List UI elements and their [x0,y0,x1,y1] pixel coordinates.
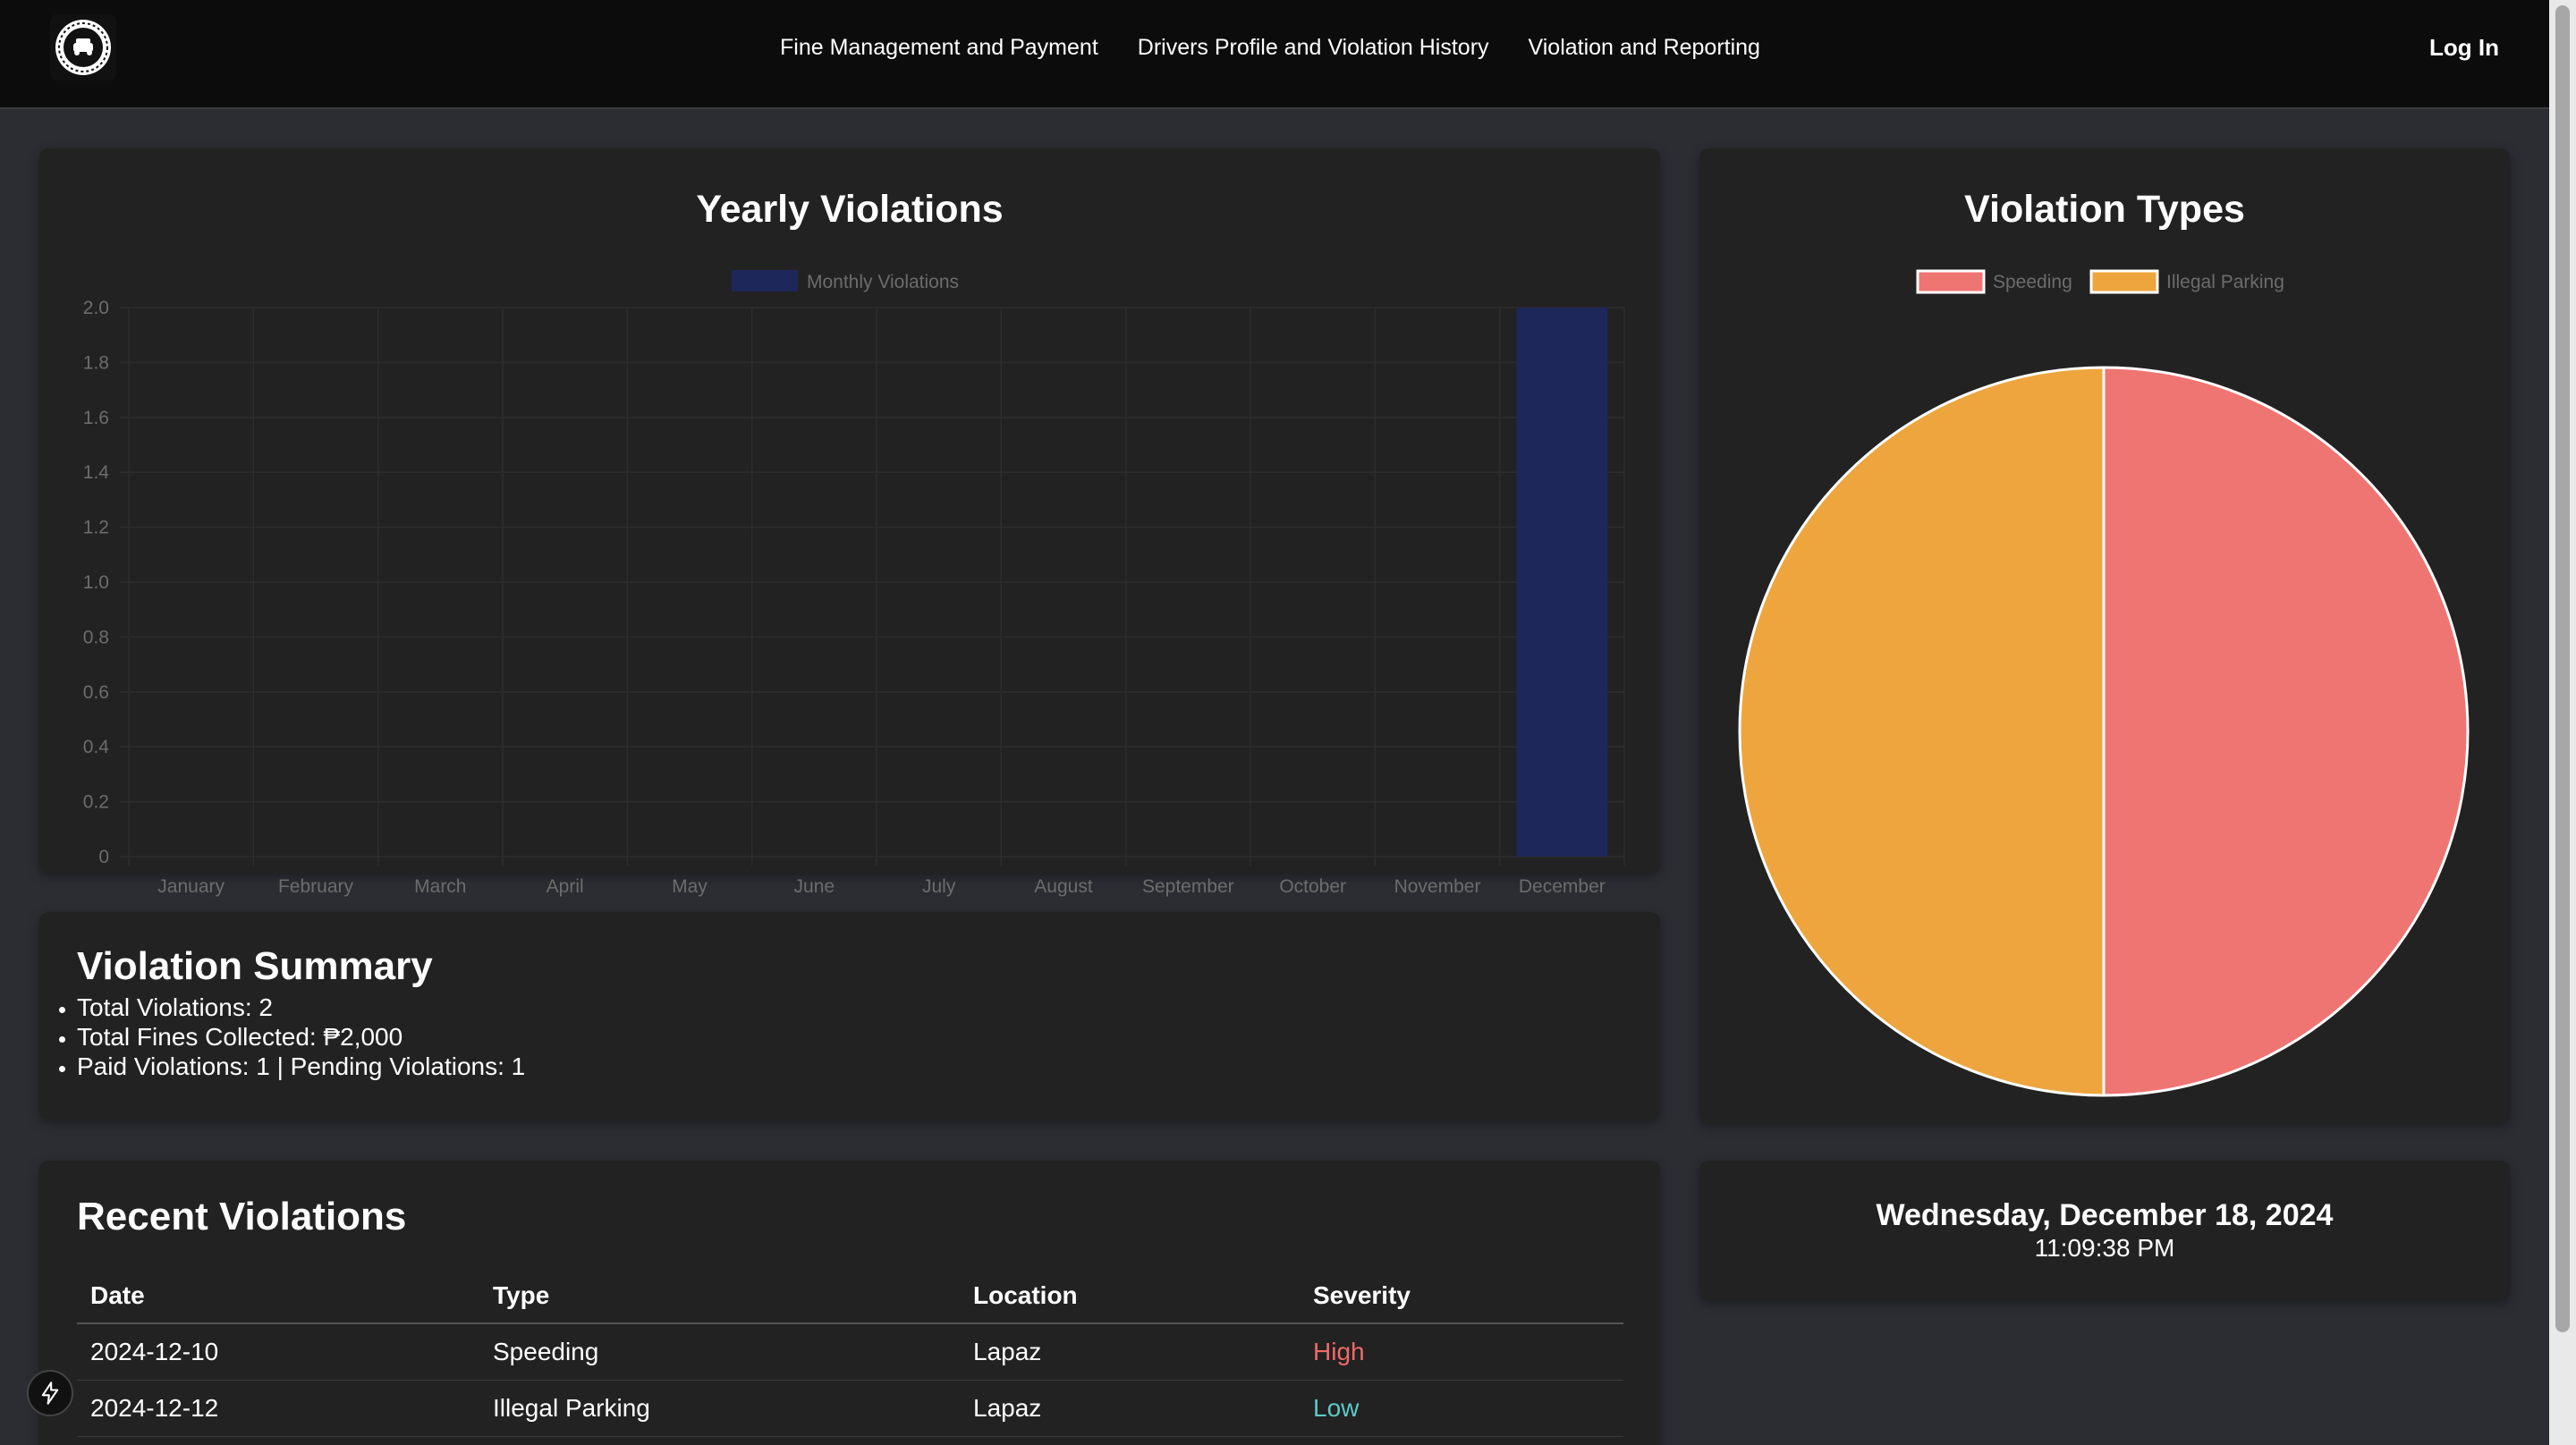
column-header-location: Location [960,1268,1300,1324]
y-tick-label: 0.8 [83,627,109,647]
legend-label-monthly-violations: Monthly Violations [807,272,959,292]
nav-link-fine-management[interactable]: Fine Management and Payment [780,35,1098,61]
summary-item-paid-pending: Paid Violations: 1 | Pending Violations:… [77,1052,525,1081]
legend-swatch-monthly-violations [732,270,798,292]
pie-chart-legend: Speeding Illegal Parking [1916,269,2284,294]
column-header-type: Type [479,1268,960,1324]
nav-link-violation-reporting[interactable]: Violation and Reporting [1529,35,1760,61]
table-row[interactable]: 2024-12-12 Illegal Parking Lapaz Low [77,1380,1623,1437]
summary-item-fines: Total Fines Collected: ₱2,000 [77,1022,525,1052]
legend-swatch-speeding [1916,269,1986,294]
cell-type: Illegal Parking [479,1380,960,1437]
summary-item-total: Total Violations: 2 [77,993,525,1022]
cell-date: 2024-12-10 [77,1323,479,1381]
cell-type: Speeding [479,1323,960,1381]
y-tick-label: 0.4 [83,737,110,757]
legend-label-illegal-parking: Illegal Parking [2166,272,2284,292]
x-tick-label: July [922,876,956,897]
x-tick-label: August [1034,876,1093,897]
x-tick-label: December [1519,876,1606,897]
column-header-date: Date [77,1268,479,1324]
y-tick-label: 2.0 [83,298,109,318]
x-tick-label: March [414,876,466,897]
cell-location: Lapaz [960,1323,1300,1381]
x-tick-label: October [1279,876,1346,897]
top-navbar: Fine Management and Payment Drivers Prof… [0,0,2549,109]
violation-types-pie-chart: Speeding Illegal Parking [1738,269,2470,1097]
page-scrollbar[interactable] [2549,0,2576,1445]
date-time-card [1699,1161,2510,1300]
bar-december [1516,308,1608,857]
table-row[interactable]: 2024-12-10 Speeding Lapaz High [77,1323,1623,1381]
x-tick-label: September [1142,876,1234,897]
legend-label-speeding: Speeding [1993,272,2072,292]
cell-severity-high: High [1300,1323,1623,1381]
app-logo[interactable] [50,14,116,80]
pie-slice-speeding [2102,366,2470,1097]
bolt-action-button[interactable] [27,1370,73,1416]
recent-violations-title: Recent Violations [77,1195,407,1238]
nav-link-drivers-profile[interactable]: Drivers Profile and Violation History [1138,35,1489,61]
scrollbar-thumb[interactable] [2555,5,2570,1332]
y-tick-label: 0 [98,847,109,867]
recent-violations-table: Date Type Location Severity 2024-12-10 S… [77,1268,1623,1437]
login-link[interactable]: Log In [2429,0,2499,95]
column-header-severity: Severity [1300,1268,1623,1324]
y-tick-label: 1.0 [83,572,109,593]
pie-slice-illegal-parking [1738,366,2106,1097]
x-tick-label: November [1394,876,1481,897]
y-tick-label: 0.6 [83,682,109,703]
summary-title: Violation Summary [77,944,433,988]
legend-swatch-illegal-parking [2089,269,2159,294]
cell-date: 2024-12-12 [77,1380,479,1437]
y-tick-label: 0.2 [83,792,109,813]
lightning-bolt-icon [41,1382,59,1405]
y-tick-label: 1.2 [83,518,109,538]
y-tick-label: 1.6 [83,408,109,428]
x-tick-label: May [672,876,708,897]
x-tick-label: February [278,876,354,897]
cell-severity-low: Low [1300,1380,1623,1437]
x-tick-label: January [157,876,225,897]
traffic-logo-icon [55,20,111,75]
y-tick-label: 1.4 [83,462,110,483]
nav-links: Fine Management and Payment Drivers Prof… [780,0,1760,95]
summary-list: Total Violations: 2 Total Fines Collecte… [77,993,525,1081]
y-tick-label: 1.8 [83,352,109,373]
cell-location: Lapaz [960,1380,1300,1437]
x-tick-label: April [547,876,584,897]
bar-chart-legend: Monthly Violations [732,270,959,292]
table-header-row: Date Type Location Severity [77,1268,1623,1324]
yearly-bar-chart: Monthly Violations 0 0.2 0.4 0.6 0.8 1.0 1.2 1.4… [83,270,1625,897]
x-tick-label: June [794,876,835,897]
app-page: Fine Management and Payment Drivers Prof… [0,0,2576,1445]
